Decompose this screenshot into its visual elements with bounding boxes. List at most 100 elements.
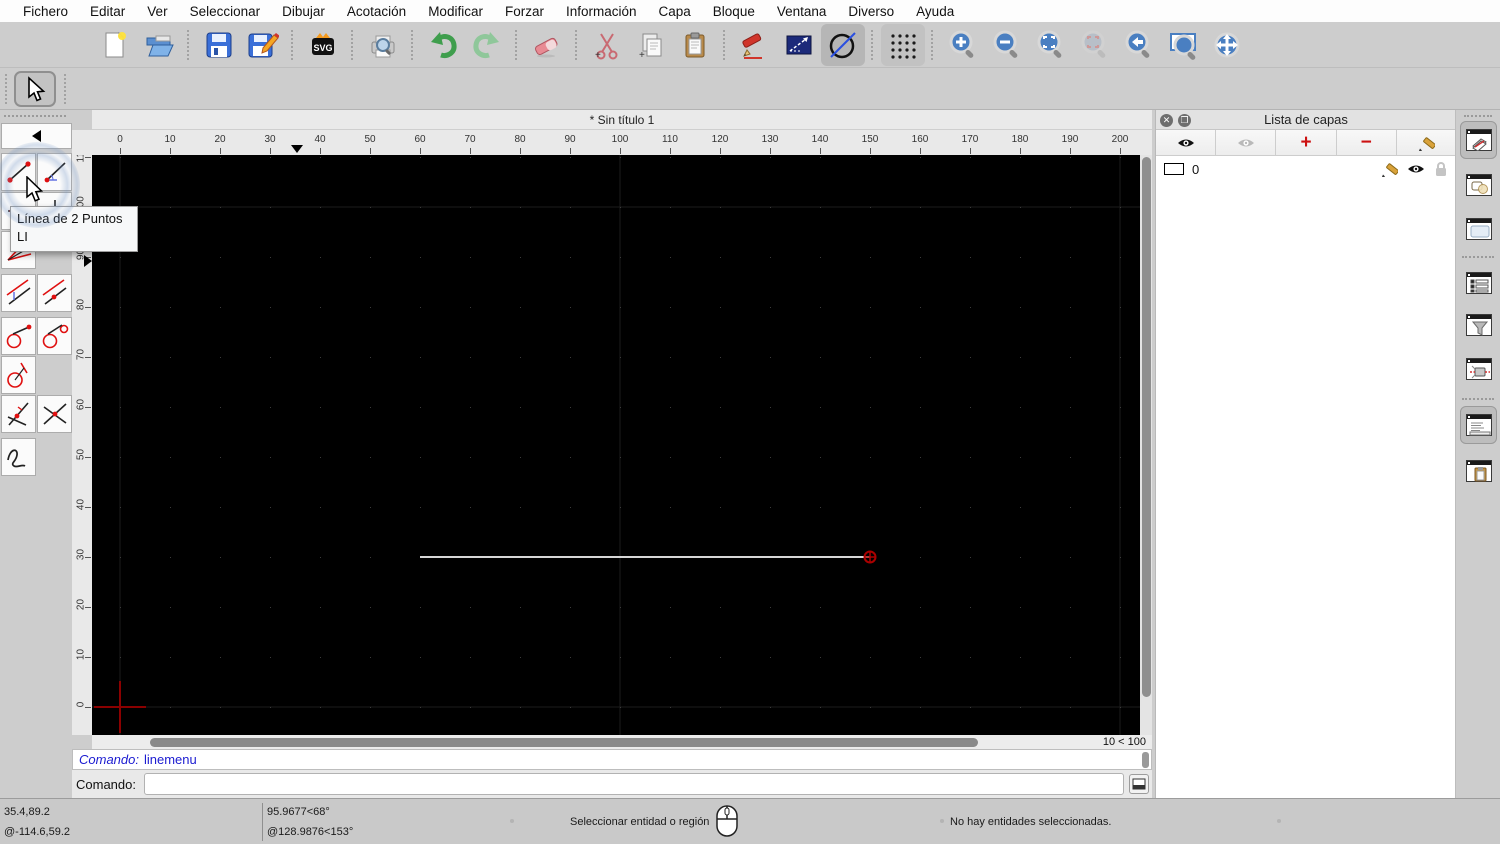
command-input[interactable] (143, 773, 1124, 795)
dock-command-widget-button[interactable] (1460, 406, 1497, 444)
toolbar-drag-handle[interactable] (5, 74, 7, 104)
cut-button[interactable]: + (585, 24, 629, 66)
palette-drag-handle[interactable] (4, 115, 66, 117)
new-document-button[interactable] (93, 24, 137, 66)
select-tool-button[interactable] (14, 71, 56, 107)
edit-layer-button[interactable] (1396, 130, 1457, 155)
layer-color-swatch[interactable] (1164, 163, 1184, 175)
menu-item[interactable]: Acotación (336, 4, 417, 19)
vertical-scrollbar[interactable] (1140, 155, 1152, 735)
layer-visibility-icon[interactable] (1406, 162, 1426, 176)
clipboard-icon (685, 32, 705, 57)
zoom-auto-button[interactable] (1029, 24, 1073, 66)
dock-clipboard-button[interactable] (1460, 452, 1497, 490)
draw-circle-line-button[interactable] (821, 23, 865, 66)
ruler-cursor-pointer-x (291, 145, 303, 153)
copy-button[interactable]: + (629, 24, 673, 66)
horizontal-scrollbar-thumb[interactable] (150, 737, 978, 747)
layer-row[interactable]: 0 (1156, 158, 1456, 180)
menu-item[interactable]: Diverso (837, 4, 905, 19)
pen-attributes-button[interactable] (733, 24, 777, 66)
tool-line-angle[interactable] (37, 153, 72, 191)
delete-entity-button[interactable] (525, 24, 569, 66)
palette-back-button[interactable] (1, 123, 72, 149)
menu-item[interactable]: Editar (79, 4, 136, 19)
line-attributes-button[interactable] (777, 24, 821, 66)
hide-all-layers-button[interactable] (1216, 130, 1277, 155)
tool-line-orthogonal[interactable] (1, 395, 36, 433)
menu-item[interactable]: Ayuda (905, 4, 965, 19)
menu-item[interactable]: Capa (648, 4, 702, 19)
tool-tangent-two-circles[interactable] (37, 317, 72, 355)
grid-dot (820, 257, 821, 258)
menu-item[interactable]: Forzar (494, 4, 555, 19)
float-panel-button[interactable]: ❐ (1178, 113, 1191, 127)
dock-drag-handle[interactable] (1464, 115, 1492, 117)
zoom-window-icon (1170, 32, 1196, 60)
dock-library-browser-button[interactable] (1460, 210, 1497, 248)
print-preview-button[interactable] (361, 24, 405, 66)
zoom-pan-button[interactable] (1205, 24, 1249, 66)
undo-button[interactable] (421, 24, 465, 66)
layer-lock-icon[interactable] (1434, 161, 1448, 177)
open-file-button[interactable] (137, 24, 181, 66)
save-as-button[interactable] (241, 24, 285, 66)
menu-item[interactable]: Información (555, 4, 648, 19)
grid-dot (620, 407, 621, 408)
h-ruler-tick (1020, 148, 1021, 154)
grid-dot (520, 457, 521, 458)
redo-button[interactable] (465, 24, 509, 66)
dock-entity-list-button[interactable] (1460, 264, 1497, 302)
dock-block-list-button[interactable] (1460, 166, 1497, 204)
menu-item[interactable]: Modificar (417, 4, 494, 19)
grid-dot (920, 457, 921, 458)
grid-dot (470, 657, 471, 658)
tool-line-parallel-point[interactable] (37, 274, 72, 312)
tool-tangent-point-circle[interactable] (1, 317, 36, 355)
zoom-out-button[interactable] (985, 24, 1029, 66)
grid-dot (470, 407, 471, 408)
menu-item[interactable]: Dibujar (271, 4, 336, 19)
menu-item[interactable]: Ventana (766, 4, 838, 19)
vertical-scrollbar-thumb[interactable] (1141, 157, 1151, 697)
grid-dot (970, 257, 971, 258)
command-history-scrollbar[interactable] (1142, 752, 1149, 768)
zoom-window-button[interactable] (1161, 24, 1205, 66)
back-arrow-icon (32, 130, 41, 142)
command-dock-button[interactable] (1129, 774, 1149, 794)
tool-line-parallel-distance[interactable] (1, 274, 36, 312)
drawing-canvas[interactable] (92, 155, 1140, 735)
menu-item[interactable]: Fichero (12, 4, 79, 19)
tool-line-two-points[interactable] (1, 153, 36, 191)
save-button[interactable] (197, 24, 241, 66)
grid-dot (670, 657, 671, 658)
dock-widget-button[interactable] (1460, 350, 1497, 388)
tool-line-relative-angle[interactable] (37, 395, 72, 433)
export-svg-button[interactable]: SVG (301, 24, 345, 66)
menu-item[interactable]: Ver (136, 4, 178, 19)
menu-item[interactable]: Seleccionar (179, 4, 272, 19)
add-layer-button[interactable]: + (1276, 130, 1337, 155)
paste-button[interactable] (673, 24, 717, 66)
layer-edit-pencil-icon[interactable] (1381, 161, 1398, 177)
grid-dot (320, 507, 321, 508)
show-all-layers-button[interactable] (1156, 130, 1217, 155)
tool-tangent-orthogonal[interactable] (1, 356, 36, 394)
zoom-selected-button[interactable] (1073, 24, 1117, 66)
v-ruler-tick (85, 407, 91, 408)
grid-dot (870, 307, 871, 308)
grid-dot (720, 607, 721, 608)
close-panel-button[interactable]: ✕ (1160, 113, 1173, 127)
dock-entity-filter-button[interactable] (1460, 306, 1497, 344)
dock-widget-strip (1455, 110, 1500, 798)
menu-item[interactable]: Bloque (702, 4, 766, 19)
zoom-in-button[interactable] (941, 24, 985, 66)
grid-dot (970, 707, 971, 708)
tool-line-freehand[interactable] (1, 438, 36, 476)
absolute-coordinates: 35.4,89.2 (4, 806, 50, 818)
horizontal-scrollbar[interactable]: 10 < 100 (92, 735, 1152, 749)
dock-layer-list-button[interactable] (1460, 121, 1497, 159)
grid-toggle-button[interactable] (881, 23, 925, 66)
zoom-previous-button[interactable] (1117, 24, 1161, 66)
remove-layer-button[interactable]: − (1336, 130, 1397, 155)
